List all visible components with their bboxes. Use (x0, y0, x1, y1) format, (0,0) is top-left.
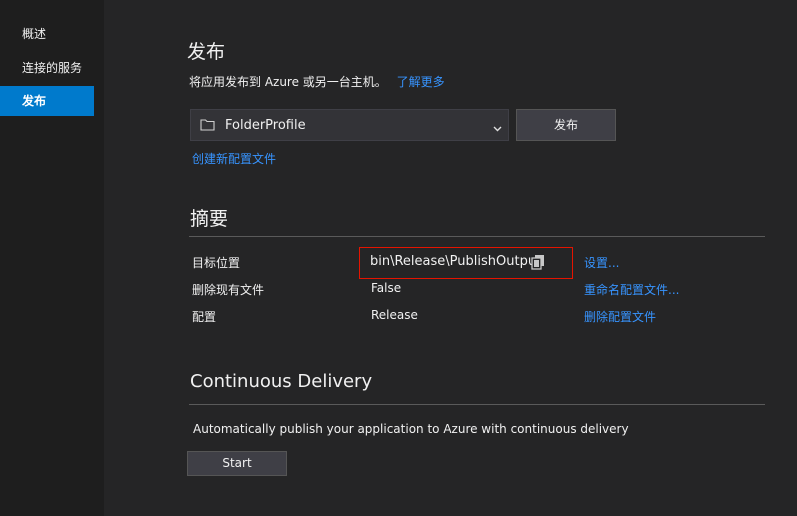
learn-more-link[interactable]: 了解更多 (397, 75, 445, 89)
start-button[interactable]: Start (187, 451, 287, 476)
cd-divider (189, 404, 765, 405)
cd-description: Automatically publish your application t… (193, 422, 629, 436)
settings-link[interactable]: 设置... (584, 254, 619, 271)
create-profile-link[interactable]: 创建新配置文件 (192, 150, 276, 167)
page-title: 发布 (187, 41, 226, 63)
sidebar-item-connected-services[interactable]: 连接的服务 (0, 53, 94, 83)
summary-value-delete: False (371, 281, 402, 295)
profile-select-value: FolderProfile (225, 118, 306, 133)
sidebar-item-publish[interactable]: 发布 (0, 86, 94, 116)
summary-label-target: 目标位置 (192, 256, 241, 270)
summary-value-config: Release (371, 308, 418, 322)
main-panel: 发布 将应用发布到 Azure 或另一台主机。 了解更多 FolderProfi… (104, 0, 797, 516)
publish-description: 将应用发布到 Azure 或另一台主机。 了解更多 (189, 73, 445, 90)
delete-profile-link[interactable]: 删除配置文件 (584, 308, 656, 325)
sidebar-item-overview[interactable]: 概述 (0, 19, 94, 49)
summary-divider (189, 236, 765, 237)
summary-label-delete: 删除现有文件 (192, 283, 265, 297)
cd-title: Continuous Delivery (190, 371, 373, 392)
target-location-highlight (359, 247, 573, 279)
chevron-down-icon (493, 121, 502, 135)
summary-label-config: 配置 (192, 310, 217, 324)
summary-title: 摘要 (190, 208, 229, 230)
rename-profile-link[interactable]: 重命名配置文件... (584, 281, 679, 298)
folder-icon (200, 118, 215, 134)
profile-select[interactable]: FolderProfile (190, 109, 509, 141)
sidebar: 概述 连接的服务 发布 (0, 0, 104, 516)
publish-description-text: 将应用发布到 Azure 或另一台主机。 (189, 75, 387, 89)
publish-button[interactable]: 发布 (516, 109, 616, 141)
